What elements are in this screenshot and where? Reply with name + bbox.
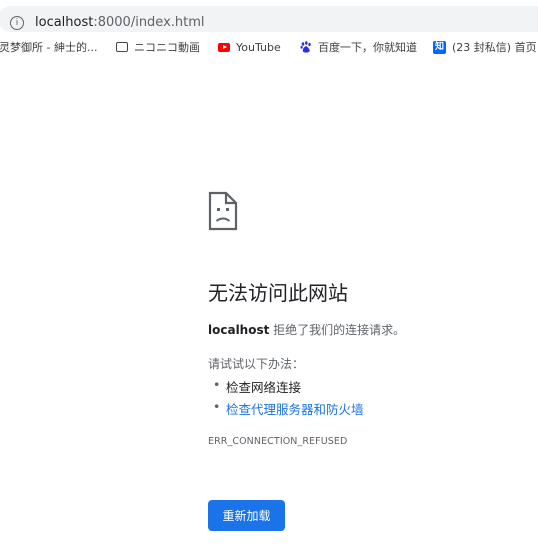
suggestion-check-proxy-link[interactable]: 检查代理服务器和防火墙 <box>213 399 363 418</box>
bookmark-label: 百度一下，你就知道 <box>318 41 417 54</box>
url-host: localhost <box>35 15 94 30</box>
url-path: :8000/index.html <box>93 15 205 30</box>
nicovideo-icon <box>116 42 128 52</box>
zhihu-icon: 知 <box>433 40 446 54</box>
bookmarks-bar: 灵梦御所 - 紳士的... ニコニコ動画 YouTube 百度一下，你就知道 知… <box>0 36 538 61</box>
bookmark-nicovideo[interactable]: ニコニコ動画 <box>116 39 200 57</box>
bookmark-zhihu[interactable]: 知 (23 封私信) 首页 <box>433 39 537 57</box>
error-title: 无法访问此网站 <box>208 281 348 305</box>
bookmark-label: ニコニコ動画 <box>134 41 200 54</box>
info-icon[interactable]: i <box>10 16 24 30</box>
reload-button[interactable]: 重新加载 <box>208 500 285 531</box>
youtube-icon <box>218 42 230 52</box>
error-description-text: 拒绝了我们的连接请求。 <box>269 323 406 337</box>
baidu-icon <box>300 41 312 53</box>
bookmark-baidu[interactable]: 百度一下，你就知道 <box>300 39 417 57</box>
sad-document-icon <box>208 191 238 231</box>
bookmark-label: YouTube <box>236 41 281 54</box>
suggestion-check-network: 检查网络连接 <box>213 377 301 396</box>
url-text[interactable]: localhost:8000/index.html <box>35 15 205 30</box>
bookmark-reimu[interactable]: 灵梦御所 - 紳士的... <box>0 39 97 57</box>
error-description: localhost 拒绝了我们的连接请求。 <box>208 321 405 338</box>
error-code: ERR_CONNECTION_REFUSED <box>208 436 348 447</box>
bookmark-label: (23 封私信) 首页 <box>452 41 537 54</box>
omnibox[interactable]: i localhost:8000/index.html <box>0 6 538 32</box>
bookmark-label: 灵梦御所 - 紳士的... <box>0 41 98 54</box>
address-bar: i localhost:8000/index.html <box>0 0 538 36</box>
suggestions-heading: 请试试以下办法： <box>208 357 305 371</box>
error-host: localhost <box>208 323 270 337</box>
bookmark-youtube[interactable]: YouTube <box>218 39 281 57</box>
